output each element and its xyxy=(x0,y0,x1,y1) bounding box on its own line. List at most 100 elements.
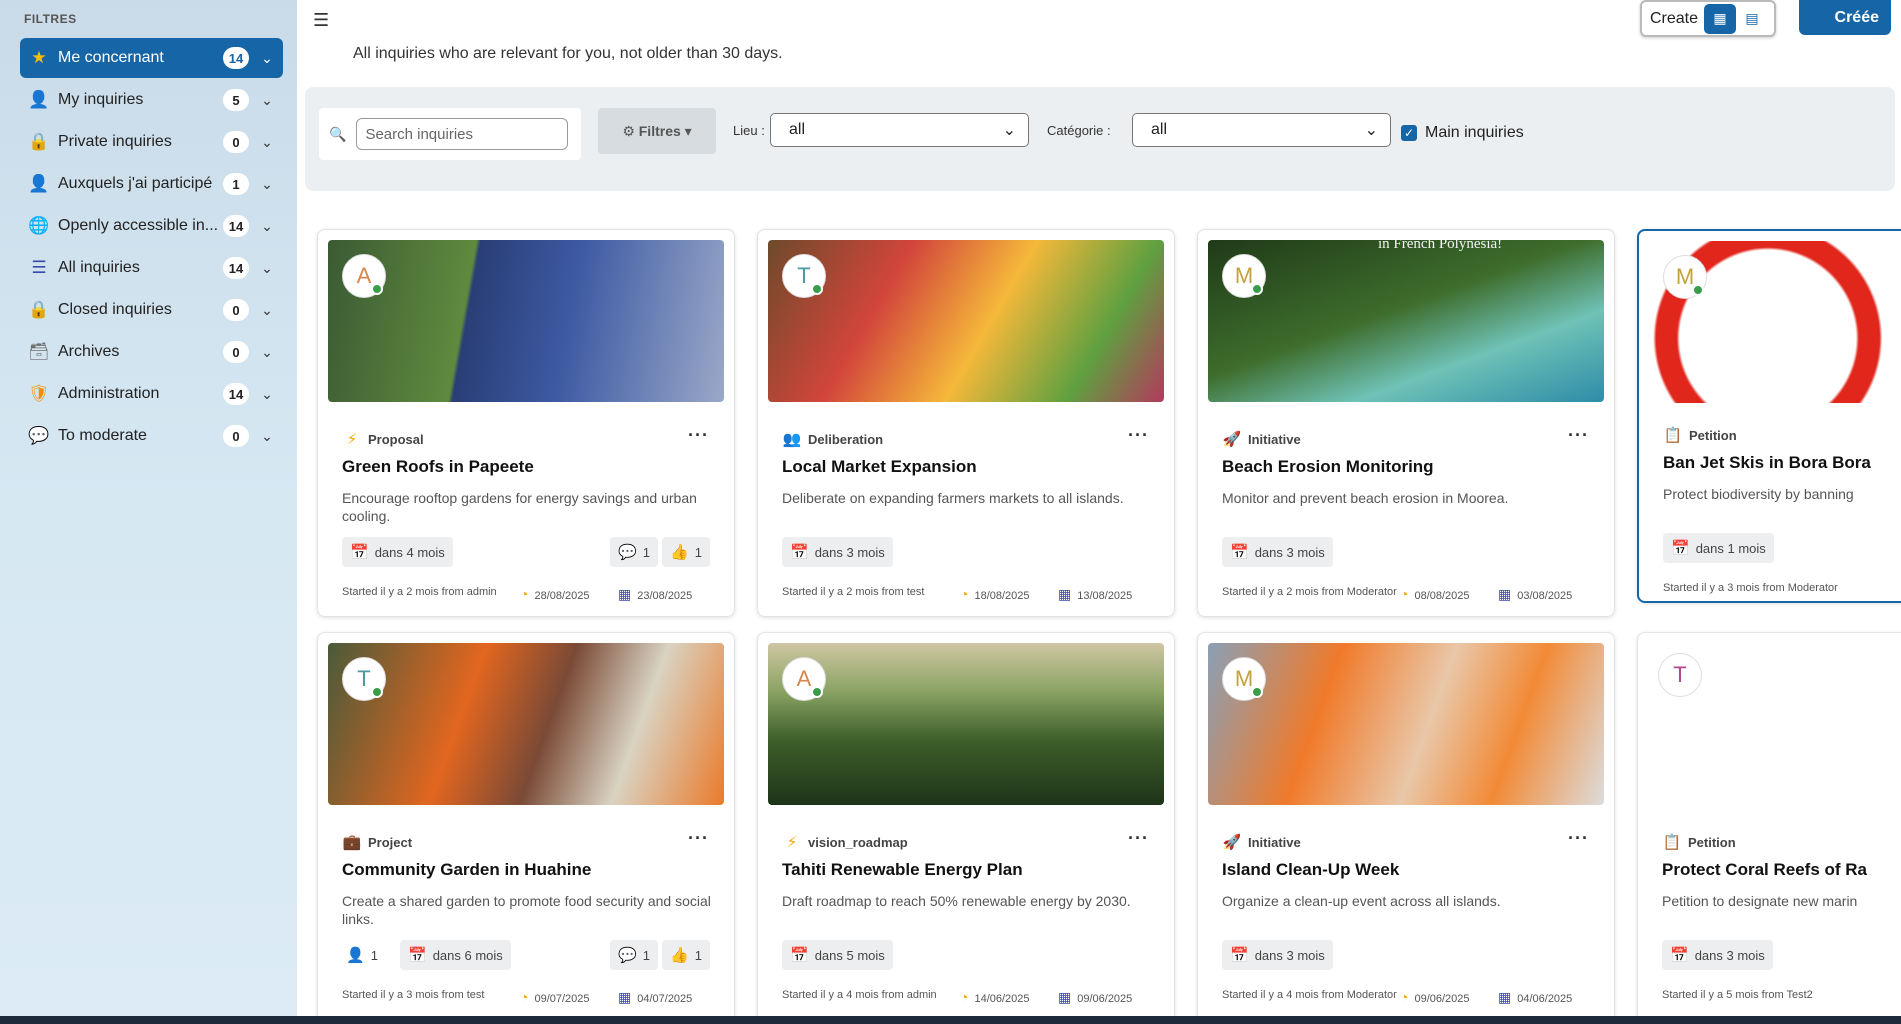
deadline-text: dans 3 mois xyxy=(814,544,885,560)
inquiry-title[interactable]: Local Market Expansion xyxy=(782,457,977,477)
grid-view-icon[interactable]: ▦ xyxy=(1704,3,1737,34)
avatar[interactable]: T xyxy=(782,254,826,298)
inquiry-card[interactable]: T 📋 Petition Protect Coral Reefs of Ra Petit… xyxy=(1637,632,1901,1016)
filters-button[interactable]: ⚙ Filtres ▾ xyxy=(598,108,716,154)
list-view-icon[interactable]: ▤ xyxy=(1736,4,1768,34)
inquiry-type: 📋 Petition xyxy=(1662,833,1736,851)
inquiry-footer: Started il y a 2 mois from admin ◔ 28/08/2… xyxy=(342,584,710,602)
inquiry-footer: Started il y a 2 mois from test ◔ 18/08/20… xyxy=(782,584,1150,602)
archive-icon: 🗃 xyxy=(28,342,50,361)
lieu-label: Lieu : xyxy=(733,123,765,138)
inquiry-card[interactable]: A ⚡ vision_roadmap ··· Tahiti Renewable Ener… xyxy=(757,632,1175,1016)
deadline-chip: 📅 dans 3 mois xyxy=(1222,940,1333,970)
lieu-select[interactable]: all ⌄ xyxy=(770,113,1029,147)
sidebar-item-label: Me concernant xyxy=(58,49,164,66)
chevron-down-icon[interactable]: ⌄ xyxy=(259,344,275,361)
sidebar-item-administration[interactable]: 🛡 Administration 14 ⌄ xyxy=(20,374,283,414)
participants-chip: 👤 1 xyxy=(342,940,386,970)
inquiry-title[interactable]: Green Roofs in Papeete xyxy=(342,457,534,477)
inquiry-card[interactable]: M 📋 Petition Ban Jet Skis in Bora Bora Prote… xyxy=(1637,229,1901,603)
expiry-date-text: 09/06/2025 xyxy=(1414,993,1470,1005)
sidebar-item-me-concernant[interactable]: ★ Me concernant 14 ⌄ xyxy=(20,38,283,78)
likes-chip[interactable]: 👍 1 xyxy=(662,940,710,970)
categorie-value: all xyxy=(1151,121,1168,138)
inquiry-type-label: Project xyxy=(368,834,413,850)
inquiry-card[interactable]: A ⚡ Proposal ··· Green Roofs in Papeete Encou… xyxy=(317,229,735,617)
chevron-down-icon[interactable]: ⌄ xyxy=(259,50,275,67)
inquiry-card[interactable]: T 💼 Project ··· Community Garden in Huahine C… xyxy=(317,632,735,1016)
inquiry-card[interactable]: T 👥 Deliberation ··· Local Market Expansion D… xyxy=(757,229,1175,617)
sidebar-item-auxquels-j-ai-particip[interactable]: 👤 Auxquels j'ai participé 1 ⌄ xyxy=(20,164,283,204)
sidebar-item-label: Private inquiries xyxy=(58,133,172,150)
sidebar-item-archives[interactable]: 🗃 Archives 0 ⌄ xyxy=(20,332,283,372)
taskbar xyxy=(0,1016,1901,1024)
inquiry-title[interactable]: Island Clean-Up Week xyxy=(1222,860,1399,880)
avatar[interactable]: M xyxy=(1222,254,1266,298)
thumbs-up-icon: 👍 xyxy=(670,544,689,561)
inquiry-card[interactable]: in French Polynesia! M 🚀 Initiative ··· Beach… xyxy=(1197,229,1615,617)
avatar[interactable]: T xyxy=(342,657,386,701)
rocket-icon: 🚀 xyxy=(1222,834,1242,851)
created-date: ▦ 04/07/2025 xyxy=(618,989,692,1006)
calendar-icon: 📅 xyxy=(790,544,809,561)
comment-icon: 💬 xyxy=(618,947,637,964)
chevron-down-icon[interactable]: ⌄ xyxy=(259,260,275,277)
chevron-down-icon[interactable]: ⌄ xyxy=(259,218,275,235)
more-options-icon[interactable]: ··· xyxy=(688,828,709,849)
sidebar-item-openly-accessible-in[interactable]: 🌐 Openly accessible in... 14 ⌄ xyxy=(20,206,283,246)
avatar[interactable]: T xyxy=(1658,653,1702,697)
inquiry-title[interactable]: Ban Jet Skis in Bora Bora xyxy=(1663,453,1871,473)
inquiry-type-label: Petition xyxy=(1688,834,1736,850)
calendar-icon: 📅 xyxy=(408,947,427,964)
clipboard-icon: 📋 xyxy=(1663,427,1683,444)
comments-chip[interactable]: 💬 1 xyxy=(610,537,658,567)
sidebar-item-all-inquiries[interactable]: ☰ All inquiries 14 ⌄ xyxy=(20,248,283,288)
inquiry-card[interactable]: M 🚀 Initiative ··· Island Clean-Up Week Organ… xyxy=(1197,632,1615,1016)
search-input[interactable] xyxy=(356,118,569,150)
started-text: Started il y a 4 mois from Moderator xyxy=(1222,989,1397,1001)
sidebar-item-private-inquiries[interactable]: 🔒 Private inquiries 0 ⌄ xyxy=(20,122,283,162)
chevron-down-icon[interactable]: ⌄ xyxy=(259,134,275,151)
more-options-icon[interactable]: ··· xyxy=(1568,828,1589,849)
chevron-down-icon[interactable]: ⌄ xyxy=(259,176,275,193)
avatar[interactable]: M xyxy=(1663,255,1707,299)
inquiry-title[interactable]: Protect Coral Reefs of Ra xyxy=(1662,860,1867,880)
started-text: Started il y a 5 mois from Test2 xyxy=(1662,989,1813,1001)
online-status-icon xyxy=(811,686,823,698)
inquiry-footer: Started il y a 4 mois from admin ◔ 14/06/2… xyxy=(782,987,1150,1005)
likes-chip[interactable]: 👍 1 xyxy=(662,537,710,567)
create-button[interactable]: Créée xyxy=(1799,0,1891,35)
comments-chip[interactable]: 💬 1 xyxy=(610,940,658,970)
more-options-icon[interactable]: ··· xyxy=(1128,828,1149,849)
sidebar-item-closed-inquiries[interactable]: 🔒 Closed inquiries 0 ⌄ xyxy=(20,290,283,330)
menu-collapse-icon[interactable]: ☰ xyxy=(313,10,329,31)
main-inquiries-checkbox[interactable]: ✓ Main inquiries xyxy=(1401,124,1524,142)
more-options-icon[interactable]: ··· xyxy=(688,425,709,446)
online-status-icon xyxy=(1251,686,1263,698)
created-date-text: 09/06/2025 xyxy=(1077,993,1133,1005)
likes-count: 1 xyxy=(694,947,702,963)
rocket-icon: 🚀 xyxy=(1222,431,1242,448)
more-options-icon[interactable]: ··· xyxy=(1128,425,1149,446)
chevron-down-icon[interactable]: ⌄ xyxy=(259,302,275,319)
inquiry-stats: 📅 dans 5 mois xyxy=(782,940,1150,970)
avatar[interactable]: M xyxy=(1222,657,1266,701)
inquiry-stats: 📅 dans 1 mois xyxy=(1663,533,1901,563)
inquiry-title[interactable]: Beach Erosion Monitoring xyxy=(1222,457,1434,477)
sidebar-item-to-moderate[interactable]: 💬 To moderate 0 ⌄ xyxy=(20,416,283,456)
chevron-down-icon[interactable]: ⌄ xyxy=(259,92,275,109)
categorie-select[interactable]: all ⌄ xyxy=(1132,113,1391,147)
online-status-icon xyxy=(371,686,383,698)
avatar[interactable]: A xyxy=(342,254,386,298)
expiry-date: ◔ 28/08/2025 xyxy=(520,586,590,602)
chevron-down-icon[interactable]: ⌄ xyxy=(259,428,275,445)
inquiry-title[interactable]: Community Garden in Huahine xyxy=(342,860,591,880)
count-badge: 14 xyxy=(223,257,249,279)
deadline-chip: 📅 dans 4 mois xyxy=(342,537,453,567)
more-options-icon[interactable]: ··· xyxy=(1568,425,1589,446)
chevron-down-icon[interactable]: ⌄ xyxy=(259,386,275,403)
expiry-date: ◔ 09/06/2025 xyxy=(1400,989,1470,1005)
avatar[interactable]: A xyxy=(782,657,826,701)
inquiry-title[interactable]: Tahiti Renewable Energy Plan xyxy=(782,860,1023,880)
sidebar-item-my-inquiries[interactable]: 👤 My inquiries 5 ⌄ xyxy=(20,80,283,120)
